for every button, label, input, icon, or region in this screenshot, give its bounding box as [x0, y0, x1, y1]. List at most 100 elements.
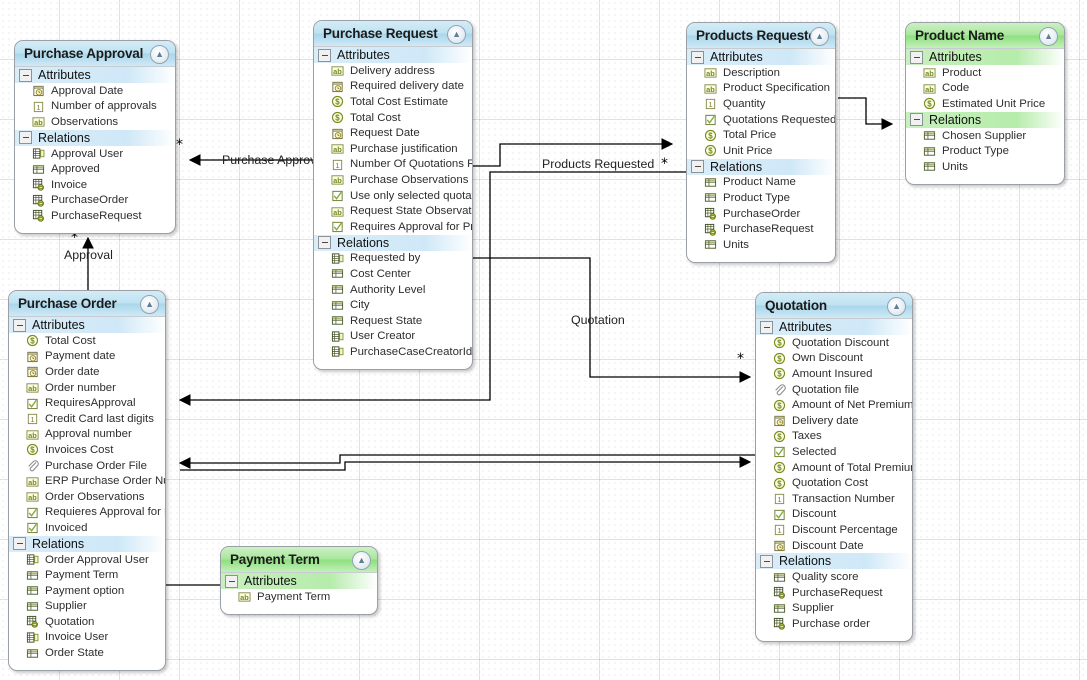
entity-row[interactable]: PurchaseRequest: [15, 208, 175, 224]
entity-row[interactable]: RequiresApproval: [9, 395, 165, 411]
entity-row[interactable]: Invoiced: [9, 520, 165, 536]
entity-row[interactable]: Order date: [9, 364, 165, 380]
entity-row[interactable]: 1 Quantity: [687, 96, 835, 112]
entity-row[interactable]: PurchaseRequest: [687, 221, 835, 237]
entity-row[interactable]: $ Unit Price: [687, 143, 835, 159]
diagram-canvas[interactable]: Purchase Approval * Approval * Products …: [0, 0, 1087, 680]
entity-row[interactable]: User Creator: [314, 329, 472, 345]
entity-row[interactable]: $ Amount of Net Premium: [756, 397, 912, 413]
collapse-minus-icon[interactable]: [760, 320, 773, 334]
entity-header-product-name[interactable]: Product Name ▲: [906, 23, 1064, 49]
entity-product-name[interactable]: Product Name ▲ Attributes ab Product ab Code $ E…: [905, 22, 1065, 185]
collapse-chevron-up-icon[interactable]: ▲: [887, 297, 906, 316]
section-header-relations[interactable]: Relations: [314, 234, 472, 251]
entity-row[interactable]: Required delivery date: [314, 79, 472, 95]
entity-row[interactable]: Purchase order: [756, 616, 912, 632]
section-header-attributes[interactable]: Attributes: [221, 573, 377, 589]
entity-row[interactable]: Quotation file: [756, 382, 912, 398]
entity-payment-term[interactable]: Payment Term ▲ Attributes ab Payment Term: [220, 546, 378, 615]
entity-row[interactable]: Request Date: [314, 125, 472, 141]
collapse-chevron-up-icon[interactable]: ▲: [352, 551, 371, 570]
entity-row[interactable]: ab Delivery address: [314, 63, 472, 79]
entity-header-payment-term[interactable]: Payment Term ▲: [221, 547, 377, 573]
collapse-minus-icon[interactable]: [13, 537, 26, 551]
entity-row[interactable]: Units: [906, 159, 1064, 175]
collapse-chevron-up-icon[interactable]: ▲: [140, 295, 159, 314]
entity-row[interactable]: $ Own Discount: [756, 351, 912, 367]
entity-row[interactable]: Cost Center: [314, 266, 472, 282]
entity-row[interactable]: Invoice: [15, 177, 175, 193]
collapse-chevron-up-icon[interactable]: ▲: [150, 45, 169, 64]
entity-row[interactable]: Use only selected quotations: [314, 188, 472, 204]
entity-row[interactable]: ab Purchase Observations: [314, 172, 472, 188]
entity-row[interactable]: Product Type: [687, 190, 835, 206]
entity-row[interactable]: ab Product: [906, 65, 1064, 81]
entity-row[interactable]: Order State: [9, 645, 165, 661]
section-header-attributes[interactable]: Attributes: [756, 319, 912, 335]
entity-row[interactable]: Order Approval User: [9, 552, 165, 568]
entity-row[interactable]: $ Total Cost: [314, 110, 472, 126]
entity-row[interactable]: Approval User: [15, 146, 175, 162]
collapse-minus-icon[interactable]: [13, 318, 26, 332]
entity-row[interactable]: PurchaseOrder: [15, 193, 175, 209]
section-header-attributes[interactable]: Attributes: [9, 317, 165, 333]
entity-row[interactable]: Quality score: [756, 569, 912, 585]
entity-row[interactable]: PurchaseOrder: [687, 206, 835, 222]
entity-row[interactable]: $ Invoices Cost: [9, 442, 165, 458]
entity-row[interactable]: Approval Date: [15, 83, 175, 99]
section-header-relations[interactable]: Relations: [687, 158, 835, 175]
entity-header-products-requested[interactable]: Products Requested for re▲: [687, 23, 835, 49]
entity-row[interactable]: Invoice User: [9, 630, 165, 646]
section-header-attributes[interactable]: Attributes: [687, 49, 835, 65]
entity-row[interactable]: 1 Number Of Quotations Required: [314, 157, 472, 173]
entity-row[interactable]: $ Estimated Unit Price: [906, 96, 1064, 112]
entity-row[interactable]: 1 Discount Percentage: [756, 522, 912, 538]
section-header-relations[interactable]: Relations: [756, 553, 912, 570]
entity-row[interactable]: Product Name: [687, 175, 835, 191]
entity-row[interactable]: ab Order Observations: [9, 489, 165, 505]
entity-header-quotation[interactable]: Quotation ▲: [756, 293, 912, 319]
entity-row[interactable]: Payment Term: [9, 567, 165, 583]
entity-row[interactable]: Requieres Approval for Products: [9, 505, 165, 521]
entity-header-purchase-approval[interactable]: Purchase Approval ▲: [15, 41, 175, 67]
entity-row[interactable]: Units: [687, 237, 835, 253]
collapse-minus-icon[interactable]: [318, 48, 331, 62]
entity-row[interactable]: $ Total Cost Estimate: [314, 94, 472, 110]
entity-row[interactable]: 1 Number of approvals: [15, 99, 175, 115]
collapse-minus-icon[interactable]: [225, 574, 238, 588]
entity-row[interactable]: Requires Approval for Products: [314, 219, 472, 235]
entity-row[interactable]: Quotation: [9, 614, 165, 630]
entity-row[interactable]: Supplier: [9, 599, 165, 615]
section-header-relations[interactable]: Relations: [906, 111, 1064, 128]
collapse-minus-icon[interactable]: [691, 160, 704, 174]
entity-row[interactable]: Discount Date: [756, 538, 912, 554]
collapse-minus-icon[interactable]: [910, 113, 923, 127]
entity-row[interactable]: $ Amount of Total Premium: [756, 460, 912, 476]
entity-row[interactable]: ab Order number: [9, 380, 165, 396]
collapse-minus-icon[interactable]: [691, 50, 704, 64]
entity-header-purchase-request[interactable]: Purchase Request ▲: [314, 21, 472, 47]
entity-purchase-request[interactable]: Purchase Request ▲ Attributes ab Delivery ad…: [313, 20, 473, 370]
entity-row[interactable]: $ Total Cost: [9, 333, 165, 349]
entity-products-requested[interactable]: Products Requested for re▲AttributesabDe…: [686, 22, 836, 263]
entity-row[interactable]: Chosen Supplier: [906, 128, 1064, 144]
entity-row[interactable]: Delivery date: [756, 413, 912, 429]
section-header-relations[interactable]: Relations: [9, 535, 165, 552]
section-header-attributes[interactable]: Attributes: [906, 49, 1064, 65]
entity-row[interactable]: Product Type: [906, 143, 1064, 159]
entity-row[interactable]: PurchaseRequest: [756, 585, 912, 601]
entity-row[interactable]: Selected: [756, 444, 912, 460]
entity-purchase-approval[interactable]: Purchase Approval ▲ Attributes Approval Dat…: [14, 40, 176, 234]
entity-row[interactable]: ab Purchase justification: [314, 141, 472, 157]
collapse-chevron-up-icon[interactable]: ▲: [447, 25, 466, 44]
entity-row[interactable]: City: [314, 297, 472, 313]
entity-row[interactable]: $ Total Price: [687, 127, 835, 143]
collapse-minus-icon[interactable]: [910, 50, 923, 64]
collapse-minus-icon[interactable]: [19, 131, 32, 145]
collapse-minus-icon[interactable]: [318, 236, 331, 250]
entity-row[interactable]: $ Taxes: [756, 429, 912, 445]
entity-row[interactable]: 1 Transaction Number: [756, 491, 912, 507]
entity-header-purchase-order[interactable]: Purchase Order ▲: [9, 291, 165, 317]
entity-row[interactable]: Discount: [756, 507, 912, 523]
entity-row[interactable]: Purchase Order File: [9, 458, 165, 474]
